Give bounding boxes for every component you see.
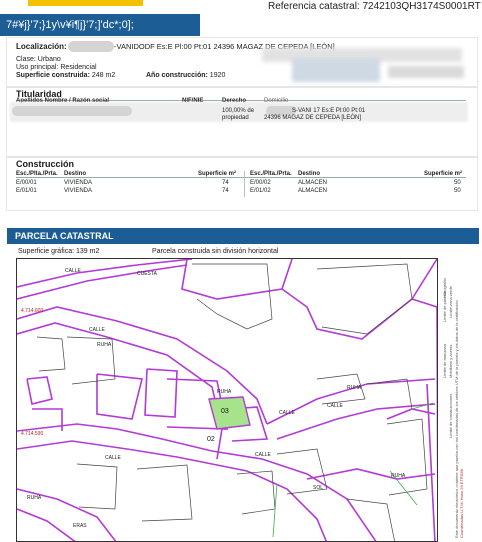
uso-label: Uso principal:	[16, 64, 59, 71]
superficie-grafica: Superficie gráfica: 139 m2	[18, 248, 99, 255]
table-row: E/00/02 ALMACEN 50	[250, 180, 461, 186]
redacted-block-grey	[388, 66, 464, 78]
street-label: CALLE	[255, 452, 272, 458]
row-esc: E/01/01	[16, 188, 37, 194]
anio-label: Año construcción:	[146, 72, 208, 79]
street-label: CALLE	[89, 327, 106, 333]
parcela-header: PARCELA CATASTRAL	[7, 228, 479, 244]
document-title: 7#¥j}'7;}1y\v¥i¶j}'7;]'dc*;0];	[0, 14, 200, 36]
legend-item: Hidrografía	[442, 278, 447, 298]
superficie-label: Superficie construida:	[16, 72, 90, 79]
parcel-line	[26, 376, 53, 405]
parcela-tipo: Parcela construida sin división horizont…	[152, 248, 279, 255]
utm-coordinate: 4.714.600	[21, 308, 43, 314]
street-label: RUHA	[391, 473, 406, 479]
street-label: SOL	[313, 485, 323, 491]
referencia-catastral: Referencia catastral: 7242103QH3174S0001…	[268, 1, 481, 12]
brand-accent-bar	[28, 0, 143, 6]
clase-value: Urbano	[37, 56, 61, 63]
right-col-destino: Destino	[298, 171, 321, 177]
right-col-esc: Esc./Plta./Prta.	[250, 171, 292, 177]
table-row: E/01/01 VIVIENDA 74	[16, 188, 229, 194]
superficie-row: Superficie construida: 248 m2	[16, 72, 115, 79]
parcel-line	[17, 440, 328, 541]
row-destino: VIVIENDA	[64, 180, 93, 186]
clase-row: Clase: Urbano	[16, 56, 61, 63]
utm-note: Coordenadas U.T.M. Huso 29 ETRS89	[459, 469, 464, 538]
construccion-title: Construcción	[16, 159, 75, 169]
clase-label: Clase:	[16, 56, 36, 63]
parcel-number: 03	[221, 408, 229, 415]
parcel-number: 02	[207, 436, 215, 443]
column-divider	[244, 171, 245, 197]
parcel-line	[17, 508, 76, 541]
left-col-esc: Esc./Plta./Prta.	[16, 171, 58, 177]
parcel-line	[181, 259, 293, 300]
parcel-line	[426, 383, 436, 541]
parcel-line	[306, 468, 436, 480]
domicilio-line2: 24396 MAGAZ DE CEPEDA [LEÓN]	[264, 115, 362, 121]
table-row: E/01/02 ALMACEN 50	[250, 188, 461, 194]
street-label: CALLE	[105, 455, 122, 461]
uso-value: Residencial	[60, 64, 97, 71]
street-label: CUESTA	[137, 271, 158, 277]
uso-row: Uso principal: Residencial	[16, 64, 97, 71]
utm-coordinate: 4.714.590	[21, 431, 43, 437]
street-label: RUHA	[27, 495, 42, 501]
cadastral-map[interactable]: CALLE CUESTA CALLE RUHA RUHA CALLE CALLE…	[16, 258, 464, 542]
row-esc: E/00/01	[16, 180, 37, 186]
legend-item: Límite de construcciones	[448, 393, 453, 438]
legend-item: Límite de manzana	[442, 343, 447, 378]
row-superficie: 74	[222, 180, 229, 186]
map-svg: CALLE CUESTA CALLE RUHA RUHA CALLE CALLE…	[17, 259, 439, 541]
row-destino: ALMACEN	[298, 180, 328, 186]
superficie-grafica-label: Superficie gráfica:	[18, 248, 75, 255]
row-superficie: 50	[454, 180, 461, 186]
redacted-titular	[12, 106, 132, 116]
table-row: E/00/01 VIVIENDA 74	[16, 180, 229, 186]
row-destino: VIVIENDA	[64, 188, 93, 194]
parcel-line	[17, 322, 223, 460]
street-label: RUHA	[97, 342, 112, 348]
highlighted-parcel	[208, 396, 251, 430]
row-esc: E/00/02	[250, 180, 271, 186]
parcel-line	[17, 259, 193, 288]
left-col-destino: Destino	[64, 171, 87, 177]
street-label: ERAS	[73, 523, 87, 529]
left-col-superficie: Superficie m²	[198, 171, 237, 177]
row-esc: E/01/02	[250, 188, 271, 194]
legend-item: Mobiliario y aceras	[448, 344, 453, 378]
street-label: CALLE	[65, 268, 82, 274]
referencia-value: 7242103QH3174S0001RT	[362, 1, 481, 12]
row-destino: ALMACEN	[298, 188, 328, 194]
derecho-value-2: propiedad	[222, 115, 249, 121]
anio-value: 1920	[209, 72, 226, 79]
street-label: CALLE	[327, 403, 344, 409]
redacted-name	[68, 41, 114, 52]
parcel-line	[144, 368, 178, 418]
derecho-value-1: 100,00% de	[222, 108, 255, 114]
street-label: RUHA	[347, 385, 362, 391]
localizacion-label: Localización:	[16, 42, 67, 51]
street-label: RUHA	[217, 389, 232, 395]
row-superficie: 74	[222, 188, 229, 194]
row-superficie: 50	[454, 188, 461, 194]
legend-item: Límite zona verde	[448, 286, 453, 318]
parcel-line	[96, 373, 143, 420]
map-legend: Límite de manzana Límite de parcela Lími…	[437, 258, 465, 542]
domicilio-line1: S-VANI 17 Es:E Pl:00 Pt:01	[292, 108, 366, 114]
superficie-grafica-value: 139 m2	[75, 248, 100, 255]
anio-row: Año construcción: 1920	[146, 72, 225, 79]
street-label: CALLE	[279, 410, 296, 416]
parcel-line	[411, 298, 439, 541]
construccion-rule	[16, 177, 466, 178]
right-col-superficie: Superficie m²	[424, 171, 463, 177]
redacted-block-blue	[292, 58, 380, 82]
superficie-value: 248 m2	[91, 72, 116, 79]
referencia-label: Referencia catastral:	[268, 1, 360, 12]
